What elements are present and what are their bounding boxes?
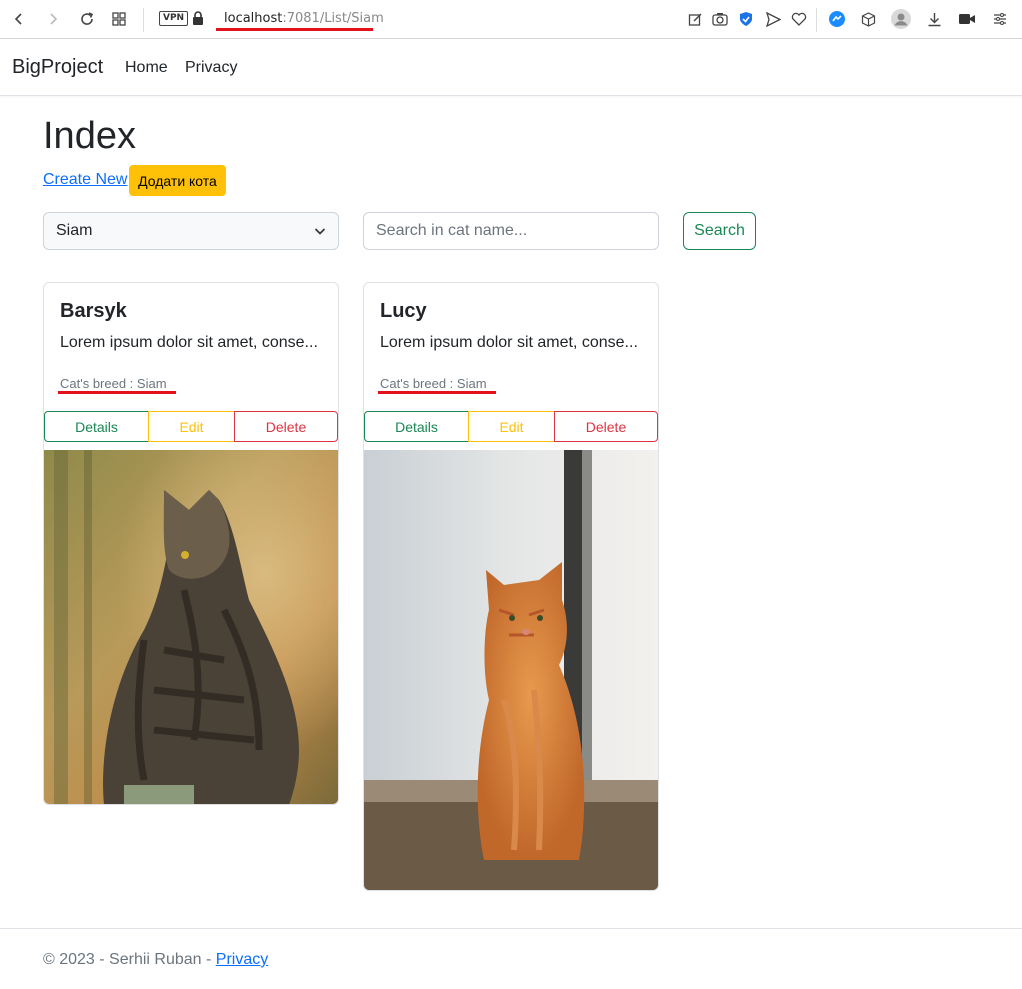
add-cat-button[interactable]: Додати кота	[129, 165, 226, 196]
browser-toolbar: VPN localhost:7081/List/Siam	[0, 0, 1022, 39]
nav-link-home[interactable]: Home	[125, 59, 168, 77]
edit-page-icon[interactable]	[684, 8, 706, 30]
url-annotation-underline	[216, 28, 373, 31]
footer-privacy-link[interactable]: Privacy	[216, 951, 268, 968]
cat-description: Lorem ipsum dolor sit amet, conse...	[380, 334, 638, 351]
send-icon[interactable]	[762, 8, 784, 30]
site-navbar: BigProject Home Privacy	[0, 40, 1022, 96]
footer-text: © 2023 - Serhii Ruban - Privacy	[43, 951, 268, 969]
heart-icon[interactable]	[788, 8, 810, 30]
page-title: Index	[43, 115, 136, 157]
orange-cat-image	[364, 450, 658, 890]
cat-breed: Cat's breed : Siam	[380, 376, 487, 391]
breed-select[interactable]: Siam	[43, 212, 339, 250]
edit-button[interactable]: Edit	[468, 411, 555, 442]
copyright-text: © 2023 - Serhii Ruban -	[43, 951, 216, 968]
chevron-down-icon	[314, 228, 326, 235]
download-icon[interactable]	[923, 8, 945, 30]
toolbar-divider	[816, 8, 817, 32]
shield-check-icon[interactable]	[735, 8, 757, 30]
delete-button[interactable]: Delete	[234, 411, 338, 442]
forward-icon[interactable]	[42, 8, 64, 30]
breed-annotation-underline	[378, 391, 496, 394]
create-new-link[interactable]: Create New	[43, 171, 127, 189]
site-footer: © 2023 - Serhii Ruban - Privacy	[0, 928, 1022, 989]
camera-icon[interactable]	[709, 8, 731, 30]
card-actions: Details Edit Delete	[364, 411, 658, 442]
cat-card: Barsyk Lorem ipsum dolor sit amet, conse…	[43, 282, 339, 805]
cat-breed: Cat's breed : Siam	[60, 376, 167, 391]
cat-name: Lucy	[380, 300, 427, 322]
details-button[interactable]: Details	[44, 411, 149, 442]
vpn-badge[interactable]: VPN	[159, 11, 189, 26]
tabs-grid-icon[interactable]	[108, 8, 130, 30]
breed-annotation-underline	[58, 391, 176, 394]
cat-card: Lucy Lorem ipsum dolor sit amet, conse..…	[363, 282, 659, 891]
search-input[interactable]	[363, 212, 659, 250]
toolbar-divider	[143, 8, 144, 32]
cube-icon[interactable]	[857, 8, 879, 30]
breed-select-value: Siam	[56, 222, 93, 239]
url-host: localhost	[224, 11, 283, 26]
nav-link-privacy[interactable]: Privacy	[185, 59, 237, 77]
messenger-icon[interactable]	[826, 8, 848, 30]
cat-name: Barsyk	[60, 300, 127, 322]
back-icon[interactable]	[8, 8, 30, 30]
card-actions: Details Edit Delete	[44, 411, 338, 442]
url-path: :7081/List/Siam	[282, 11, 384, 26]
lock-icon[interactable]	[192, 11, 204, 25]
search-button[interactable]: Search	[683, 212, 756, 250]
address-bar[interactable]: localhost:7081/List/Siam	[224, 11, 384, 26]
tabby-cat-image	[44, 450, 338, 804]
delete-button[interactable]: Delete	[554, 411, 658, 442]
video-camera-icon[interactable]	[956, 8, 978, 30]
cat-description: Lorem ipsum dolor sit amet, conse...	[60, 334, 318, 351]
profile-avatar-icon[interactable]	[890, 8, 912, 30]
reload-icon[interactable]	[76, 8, 98, 30]
edit-button[interactable]: Edit	[148, 411, 235, 442]
details-button[interactable]: Details	[364, 411, 469, 442]
menu-settings-icon[interactable]	[989, 8, 1011, 30]
navbar-brand[interactable]: BigProject	[12, 56, 103, 79]
